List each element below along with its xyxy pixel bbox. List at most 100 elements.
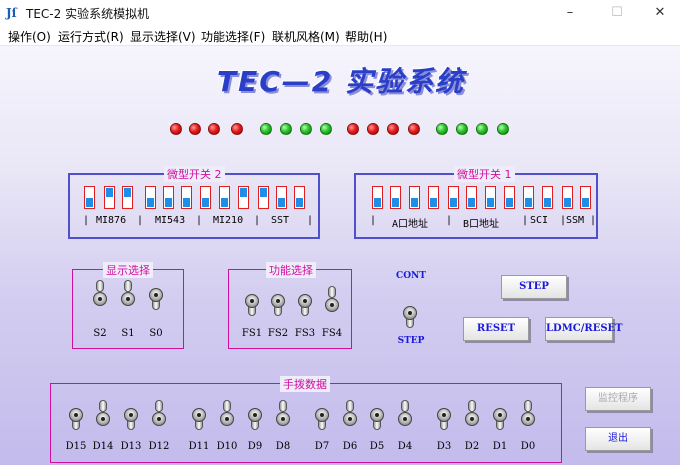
sw1-dip-11[interactable] [580,186,591,209]
switch-1-segment-label: A口地址 [392,219,429,230]
sw2-dip-knob [260,188,267,197]
toggle-pin [276,299,280,303]
sw2-dip-0[interactable] [84,186,95,209]
data-toggle-d8[interactable] [275,398,291,432]
display-select-label: 显示选择 [103,262,153,278]
reset-button[interactable]: RESET [463,317,529,341]
exit-button[interactable]: 退出 [585,427,651,451]
menu-display-select[interactable]: 显示选择(V) [130,28,196,45]
toggle-pin [157,417,161,421]
sw2-dip-6[interactable] [200,186,211,209]
monitor-program-button[interactable]: 监控程序 [585,387,651,411]
sw2-dip-knob [147,198,154,207]
sw1-dip-4[interactable] [448,186,459,209]
switch-2-segment-label: | [196,215,203,226]
data-toggle-d12-label: D12 [148,441,170,452]
sw2-dip-3[interactable] [145,186,156,209]
led-green [280,123,292,135]
data-toggle-d7-label: D7 [314,441,330,452]
function-toggle-1[interactable] [270,284,286,318]
function-toggle-3[interactable] [324,284,340,318]
sw1-dip-knob [564,198,571,207]
sw1-dip-knob [392,198,399,207]
data-toggle-d7[interactable] [314,398,330,432]
toggle-pin [320,413,324,417]
sw2-dip-8[interactable] [238,186,249,209]
data-toggle-d14[interactable] [95,398,111,432]
sw1-dip-6[interactable] [485,186,496,209]
data-toggle-d13[interactable] [123,398,139,432]
toggle-pin [101,417,105,421]
data-toggle-d5[interactable] [369,398,385,432]
toggle-lever [524,400,532,412]
toggle-pin [375,413,379,417]
data-toggle-d6[interactable] [342,398,358,432]
led-red [208,123,220,135]
data-toggle-d10[interactable] [219,398,235,432]
sw2-dip-1[interactable] [104,186,115,209]
led-green [456,123,468,135]
micro-switch-2-label: 微型开关 2 [164,166,225,182]
display-toggle-0[interactable] [92,278,108,312]
switch-1-segment-label: | [590,215,597,226]
led-red [170,123,182,135]
data-toggle-d3-label: D3 [436,441,452,452]
sw1-dip-9[interactable] [542,186,553,209]
data-toggle-d4[interactable] [397,398,413,432]
sw1-dip-knob [506,198,513,207]
display-toggle-2-label: S0 [149,328,163,339]
step-button[interactable]: STEP [501,275,567,299]
sw1-dip-5[interactable] [466,186,477,209]
cont-step-toggle[interactable] [402,296,418,330]
main-title: TEC—2 实验系统 [217,65,466,98]
toggle-lever [279,400,287,412]
toggle-pin [303,299,307,303]
sw1-dip-1[interactable] [390,186,401,209]
data-toggle-d0[interactable] [520,398,536,432]
sw2-dip-2[interactable] [122,186,133,209]
ldmc-reset-button[interactable]: LDMC/RESET [545,317,623,341]
data-toggle-d15[interactable] [68,398,84,432]
menu-run-mode[interactable]: 运行方式(R) [58,28,124,45]
menu-help[interactable]: 帮助(H) [345,28,387,45]
minimize-button[interactable]: – [548,0,592,26]
sw2-dip-5[interactable] [181,186,192,209]
sw1-dip-7[interactable] [504,186,515,209]
sw2-dip-11[interactable] [294,186,305,209]
toggle-pin [498,413,502,417]
data-toggle-d9[interactable] [247,398,263,432]
menu-function-select[interactable]: 功能选择(F) [201,28,265,45]
maximize-button[interactable]: ☐ [595,0,639,26]
data-toggle-d1[interactable] [492,398,508,432]
display-toggle-1[interactable] [120,278,136,312]
close-button[interactable]: ✕ [638,0,680,26]
sw2-dip-knob [183,198,190,207]
data-toggle-d3[interactable] [436,398,452,432]
sw2-dip-10[interactable] [276,186,287,209]
menu-online-style[interactable]: 联机风格(M) [272,28,340,45]
function-toggle-1-label: FS2 [267,328,289,339]
switch-1-segment-label: | [446,215,453,226]
display-toggle-2[interactable] [148,278,164,312]
sw1-dip-knob [374,198,381,207]
data-toggle-d2[interactable] [464,398,480,432]
led-red [231,123,243,135]
led-green [300,123,312,135]
data-toggle-d11[interactable] [191,398,207,432]
manual-data-label: 手拨数据 [280,376,330,392]
sw2-dip-9[interactable] [258,186,269,209]
sw1-dip-0[interactable] [372,186,383,209]
switch-2-segment-label: | [307,215,314,226]
sw1-dip-3[interactable] [428,186,439,209]
data-toggle-d11-label: D11 [188,441,210,452]
sw1-dip-8[interactable] [523,186,534,209]
sw1-dip-10[interactable] [562,186,573,209]
sw2-dip-knob [124,188,131,197]
sw2-dip-4[interactable] [163,186,174,209]
sw1-dip-2[interactable] [409,186,420,209]
sw2-dip-7[interactable] [219,186,230,209]
function-toggle-2[interactable] [297,284,313,318]
menu-operate[interactable]: 操作(O) [8,28,51,45]
function-toggle-0[interactable] [244,284,260,318]
data-toggle-d12[interactable] [151,398,167,432]
